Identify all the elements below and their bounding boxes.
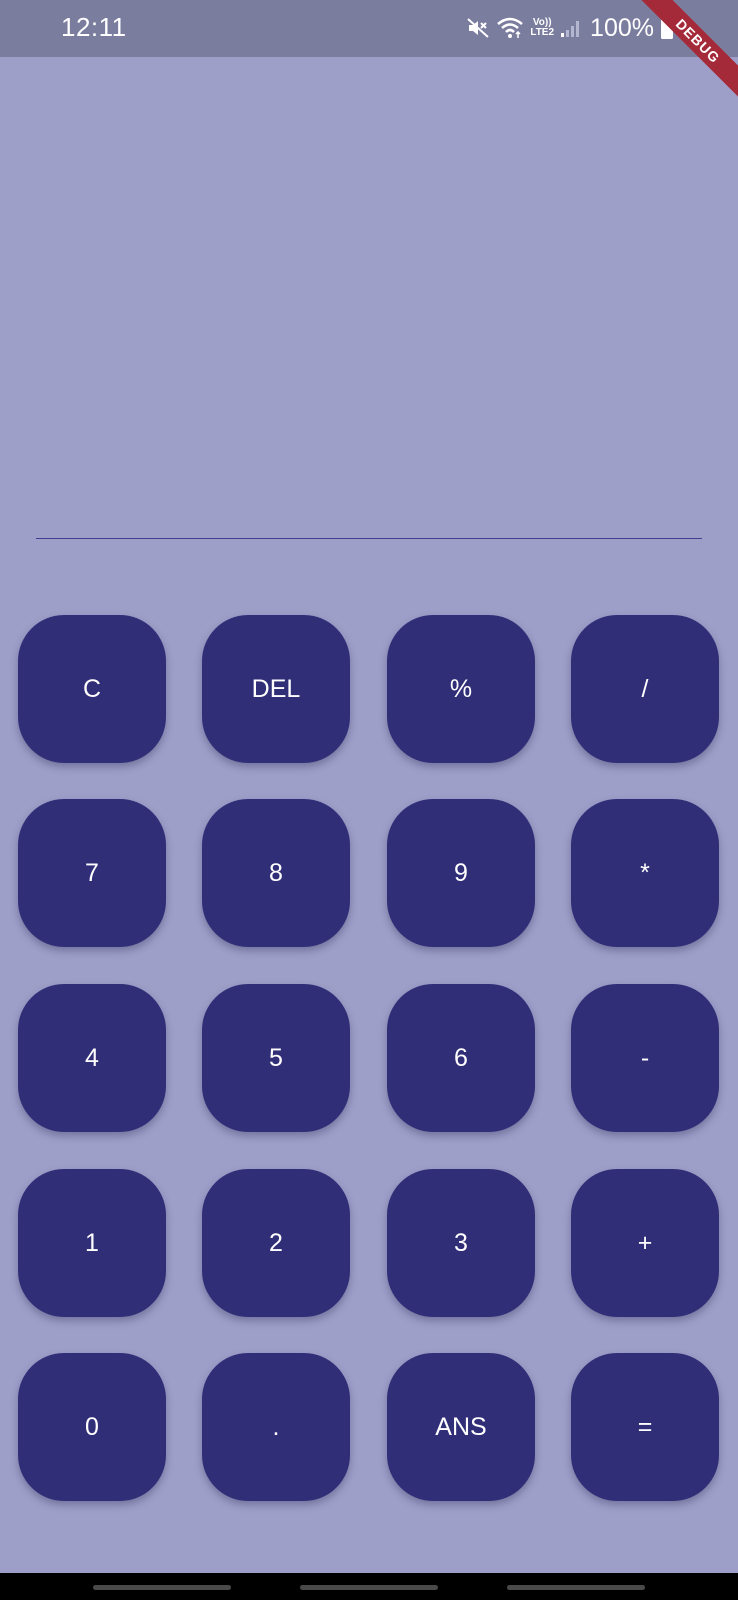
- decimal-button[interactable]: .: [202, 1353, 350, 1501]
- display-divider: [36, 538, 702, 539]
- digit-7-label: 7: [85, 858, 99, 887]
- battery-percent: 100%: [590, 13, 654, 42]
- multiply-label: *: [640, 858, 650, 887]
- nav-back-handle[interactable]: [507, 1585, 645, 1590]
- status-icons: Vo)) LTE2 100%: [466, 12, 674, 44]
- add-button[interactable]: +: [571, 1169, 719, 1317]
- decimal-label: .: [272, 1412, 280, 1441]
- digit-6-button[interactable]: 6: [387, 984, 535, 1132]
- calculator-display: [36, 60, 702, 530]
- signal-icon: [560, 18, 580, 38]
- divide-label: /: [641, 674, 649, 703]
- digit-1-button[interactable]: 1: [18, 1169, 166, 1317]
- battery-icon: [660, 16, 674, 40]
- status-bar: 12:11 Vo)) LTE2 100%: [0, 0, 738, 57]
- digit-6-label: 6: [454, 1043, 468, 1072]
- digit-8-button[interactable]: 8: [202, 799, 350, 947]
- digit-1-label: 1: [85, 1228, 99, 1257]
- digit-4-label: 4: [85, 1043, 99, 1072]
- nav-recents-handle[interactable]: [93, 1585, 231, 1590]
- digit-2-button[interactable]: 2: [202, 1169, 350, 1317]
- equals-label: =: [637, 1412, 653, 1441]
- volte-icon: Vo)) LTE2: [530, 18, 554, 38]
- delete-label: DEL: [251, 674, 301, 703]
- digit-7-button[interactable]: 7: [18, 799, 166, 947]
- digit-3-label: 3: [454, 1228, 468, 1257]
- subtract-button[interactable]: -: [571, 984, 719, 1132]
- mute-icon: [466, 16, 490, 40]
- clear-button[interactable]: C: [18, 615, 166, 763]
- digit-2-label: 2: [269, 1228, 283, 1257]
- digit-8-label: 8: [269, 858, 283, 887]
- digit-5-button[interactable]: 5: [202, 984, 350, 1132]
- delete-button[interactable]: DEL: [202, 615, 350, 763]
- divide-button[interactable]: /: [571, 615, 719, 763]
- equals-button[interactable]: =: [571, 1353, 719, 1501]
- digit-0-button[interactable]: 0: [18, 1353, 166, 1501]
- volte-bottom: LTE2: [530, 27, 555, 38]
- digit-0-label: 0: [85, 1412, 99, 1441]
- multiply-button[interactable]: *: [571, 799, 719, 947]
- wifi-icon: [496, 16, 524, 40]
- percent-label: %: [449, 674, 473, 703]
- percent-button[interactable]: %: [387, 615, 535, 763]
- digit-4-button[interactable]: 4: [18, 984, 166, 1132]
- digit-5-label: 5: [269, 1043, 283, 1072]
- add-label: +: [637, 1228, 653, 1257]
- clear-label: C: [82, 674, 102, 703]
- answer-button[interactable]: ANS: [387, 1353, 535, 1501]
- nav-home-handle[interactable]: [300, 1585, 438, 1590]
- answer-label: ANS: [435, 1412, 487, 1441]
- navigation-bar: [0, 1573, 738, 1600]
- digit-9-label: 9: [454, 858, 468, 887]
- digit-9-button[interactable]: 9: [387, 799, 535, 947]
- subtract-label: -: [640, 1043, 650, 1072]
- status-time: 12:11: [61, 12, 127, 42]
- digit-3-button[interactable]: 3: [387, 1169, 535, 1317]
